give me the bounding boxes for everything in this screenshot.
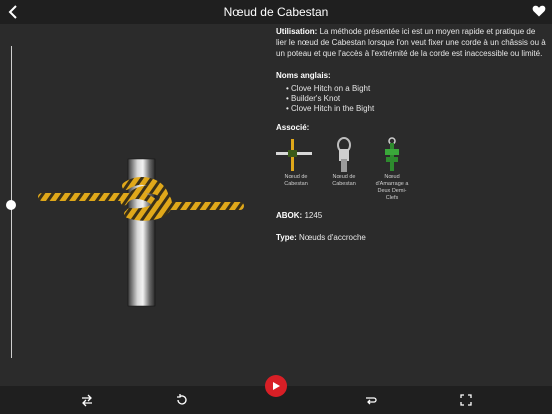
- rotate-icon[interactable]: [175, 393, 189, 407]
- knot-illustration: [38, 158, 244, 307]
- type-line: Type: Nœuds d'accroche: [276, 232, 546, 243]
- related-knots: Nœud de Cabestan Nœud de Cabestan Nœud d…: [276, 137, 546, 202]
- heart-icon[interactable]: [532, 4, 546, 18]
- page-title: Nœud de Cabestan: [223, 5, 329, 19]
- animation-slider-thumb[interactable]: [6, 200, 16, 210]
- abok-line: ABOK: 1245: [276, 210, 546, 221]
- english-names-list: Clove Hitch on a Bight Builder's Knot Cl…: [276, 84, 546, 114]
- related-knot-1[interactable]: Nœud de Cabestan: [276, 137, 316, 202]
- english-name-item: Clove Hitch on a Bight: [286, 84, 546, 94]
- related-knot-2[interactable]: Nœud de Cabestan: [324, 137, 364, 202]
- english-names-title: Noms anglais:: [276, 71, 331, 80]
- loop-icon[interactable]: [363, 393, 377, 407]
- top-bar: Nœud de Cabestan: [0, 0, 552, 24]
- abok-label: ABOK:: [276, 211, 303, 220]
- fullscreen-icon[interactable]: [459, 393, 473, 407]
- type-label: Type:: [276, 233, 297, 242]
- related-knot-label: Nœud de Cabestan: [284, 174, 308, 187]
- knot-viewer[interactable]: [0, 24, 270, 386]
- related-knot-thumbnail: [385, 137, 399, 171]
- play-icon: [273, 382, 280, 390]
- english-name-item: Clove Hitch in the Bight: [286, 104, 546, 114]
- related-knot-label: Nœud de Cabestan: [332, 174, 356, 187]
- related-knot-label: Nœud d'Amarrage a Deux Demi-Clefs: [375, 174, 409, 201]
- rope-left: [38, 193, 132, 201]
- related-title: Associé:: [276, 123, 310, 132]
- related-knot-thumbnail: [276, 139, 312, 171]
- chevron-left-icon[interactable]: [6, 3, 22, 21]
- usage-text: La méthode présentée ici est un moyen ra…: [276, 27, 546, 58]
- usage-label: Utilisation:: [276, 27, 318, 36]
- usage-paragraph: Utilisation: La méthode présentée ici es…: [276, 26, 546, 59]
- related-knot-thumbnail: [337, 137, 351, 172]
- info-panel: Utilisation: La méthode présentée ici es…: [276, 26, 546, 243]
- play-button[interactable]: [265, 375, 287, 397]
- english-name-item: Builder's Knot: [286, 94, 546, 104]
- abok-value: 1245: [302, 211, 323, 220]
- swap-arrows-icon[interactable]: [80, 393, 94, 407]
- type-value: Nœuds d'accroche: [296, 233, 366, 242]
- related-knot-3[interactable]: Nœud d'Amarrage a Deux Demi-Clefs: [372, 137, 412, 202]
